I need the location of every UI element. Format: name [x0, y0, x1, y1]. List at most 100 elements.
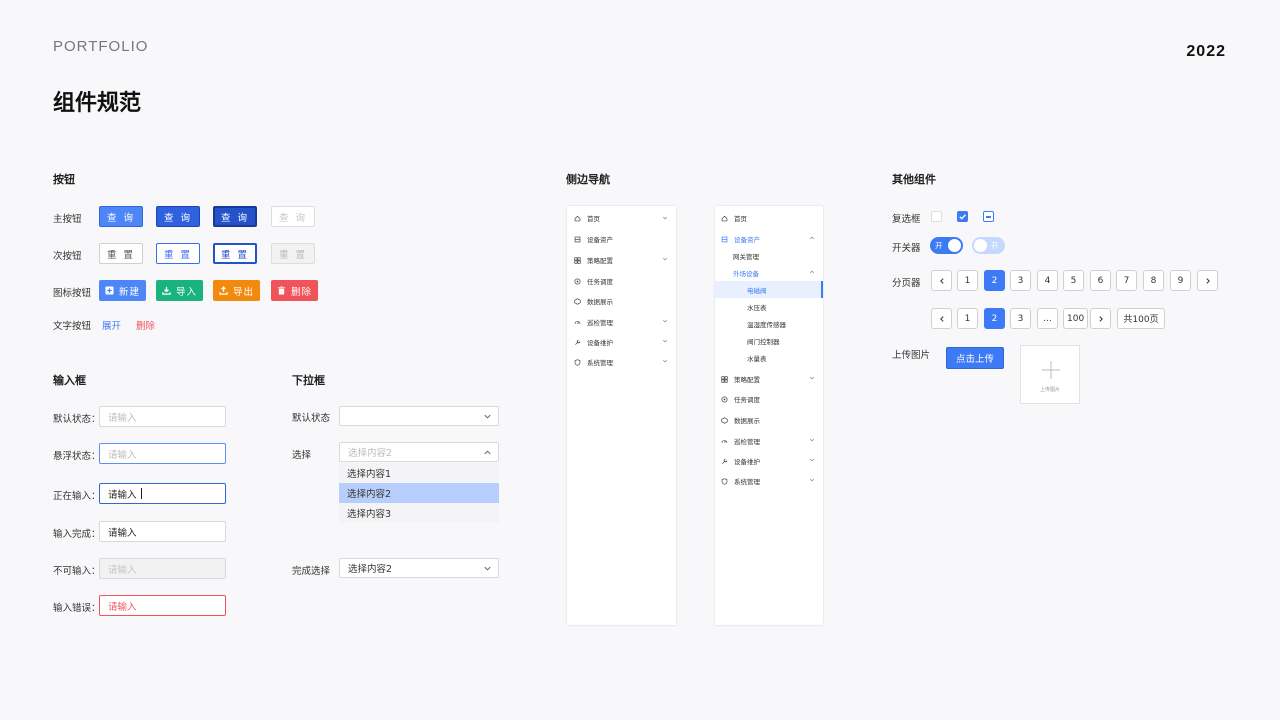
input-hover[interactable]: 请输入 [99, 443, 226, 464]
pager-page[interactable]: 8 [1143, 270, 1164, 291]
input-hover-label: 悬浮状态： [53, 451, 101, 462]
secondary-button-default[interactable]: 重 置 [99, 243, 143, 264]
input-default[interactable]: 请输入 [99, 406, 226, 427]
pager-page[interactable]: 9 [1170, 270, 1191, 291]
input-default-label: 默认状态： [53, 414, 101, 425]
checkbox-checked[interactable] [957, 211, 968, 222]
nav-item-inspect-label: 巡检管理 [734, 438, 760, 446]
sidenav-expanded: 首页 设备资产 网关管理 外场设备 电磁阀 水压表 温湿度传感器 阀门控制器 水… [715, 206, 823, 625]
chevron-down-icon [809, 458, 815, 462]
dropdown-option-2[interactable]: 选择内容2 [339, 483, 499, 503]
expand-text-button[interactable]: 展开 [102, 318, 121, 332]
pager-page-active[interactable]: 2 [984, 308, 1005, 329]
input-error[interactable]: 请输入 [99, 595, 226, 616]
secondary-button-hover[interactable]: 重 置 [156, 243, 200, 264]
data-icon [574, 297, 581, 305]
pager-page[interactable]: 4 [1037, 270, 1058, 291]
pager-page[interactable]: 1 [957, 270, 978, 291]
pager-page-last[interactable]: 100 [1063, 308, 1089, 329]
pager-page[interactable]: 3 [1010, 308, 1031, 329]
nav-item-inspect[interactable]: 巡检管理 [574, 317, 613, 327]
nav-item-device[interactable]: 设备资产 [721, 234, 760, 244]
switch-label: 开关器 [892, 243, 921, 254]
pager-page[interactable]: 7 [1116, 270, 1137, 291]
dropdown-default[interactable] [339, 406, 499, 426]
nav-item-data[interactable]: 数据展示 [574, 296, 613, 306]
primary-button-disabled: 查 询 [271, 206, 315, 227]
nav-item-system-label: 系统管理 [734, 478, 760, 486]
primary-button-active[interactable]: 查 询 [213, 206, 257, 227]
pager-label: 分页器 [892, 278, 921, 289]
checkbox-unchecked[interactable] [931, 211, 942, 222]
checkbox-indeterminate[interactable] [983, 211, 994, 222]
switch-off[interactable]: 开 [972, 237, 1005, 254]
chevron-down-icon [662, 319, 668, 323]
switch-on-text: 开 [935, 241, 943, 250]
dropdown-open[interactable]: 选择内容2 [339, 442, 499, 462]
nav-item-strategy[interactable]: 策略配置 [721, 374, 760, 384]
input-done[interactable]: 请输入 [99, 521, 226, 542]
home-icon [574, 215, 581, 221]
secondary-button-label: 次按钮 [53, 251, 82, 262]
pager-page[interactable]: 5 [1063, 270, 1084, 291]
switch-on[interactable]: 开 [930, 237, 963, 254]
nav-leaf-water-meter[interactable]: 水量表 [747, 353, 767, 363]
download-icon [162, 286, 171, 295]
indeterminate-mark [986, 216, 991, 218]
nav-item-maintain-label: 设备维护 [587, 339, 613, 347]
input-typing[interactable]: 请输入 [99, 483, 226, 504]
pager-prev[interactable] [931, 270, 952, 291]
new-button[interactable]: 新建 [99, 280, 146, 301]
dropdown-option-3[interactable]: 选择内容3 [339, 503, 499, 523]
pager-prev[interactable] [931, 308, 952, 329]
upload-box[interactable]: 上传图片 [1020, 345, 1080, 404]
switch-knob [948, 239, 961, 252]
nav-leaf-pressure[interactable]: 水压表 [747, 302, 767, 312]
primary-button-default[interactable]: 查 询 [99, 206, 143, 227]
nav-item-maintain[interactable]: 设备维护 [721, 456, 760, 466]
dropdown-done[interactable]: 选择内容2 [339, 558, 499, 578]
nav-item-inspect-label: 巡检管理 [587, 319, 613, 327]
pager-page[interactable]: 6 [1090, 270, 1111, 291]
nav-item-device[interactable]: 设备资产 [574, 234, 613, 244]
upload-box-text: 上传图片 [1039, 387, 1060, 393]
secondary-button-active[interactable]: 重 置 [213, 243, 257, 264]
pager-next[interactable] [1090, 308, 1111, 329]
chevron-down-icon [809, 438, 815, 442]
delete-text-button[interactable]: 删除 [136, 318, 155, 332]
nav-item-home-label: 首页 [734, 215, 747, 223]
nav-leaf-valve[interactable]: 阀门控制器 [747, 336, 780, 346]
dropdown-select-label: 选择 [292, 450, 312, 461]
upload-button[interactable]: 点击上传 [946, 347, 1004, 369]
pager-next[interactable] [1197, 270, 1218, 291]
nav-item-system[interactable]: 系统管理 [721, 476, 760, 486]
check-icon [959, 214, 966, 220]
dropdown-option-1[interactable]: 选择内容1 [339, 463, 499, 483]
nav-item-data[interactable]: 数据展示 [721, 415, 760, 425]
import-button[interactable]: 导入 [156, 280, 203, 301]
nav-item-maintain[interactable]: 设备维护 [574, 337, 613, 347]
export-button[interactable]: 导出 [213, 280, 260, 301]
inspect-icon [574, 320, 581, 324]
delete-button[interactable]: 删除 [271, 280, 318, 301]
nav-item-system[interactable]: 系统管理 [574, 357, 613, 367]
nav-item-task[interactable]: 任务调度 [574, 276, 613, 286]
chevron-down-icon [809, 478, 815, 482]
nav-item-home[interactable]: 首页 [574, 213, 600, 223]
input-typing-text: 请输入 [108, 489, 137, 501]
nav-item-home[interactable]: 首页 [721, 213, 747, 223]
chevron-up-icon [484, 450, 491, 455]
pager-page[interactable]: 1 [957, 308, 978, 329]
nav-subitem-field-device[interactable]: 外场设备 [733, 268, 759, 278]
nav-leaf-humidity[interactable]: 温湿度传感器 [747, 319, 786, 329]
nav-item-inspect[interactable]: 巡检管理 [721, 436, 760, 446]
chevron-down-icon [662, 359, 668, 363]
nav-active-indicator [821, 281, 823, 298]
nav-subitem-gateway[interactable]: 网关管理 [733, 251, 759, 261]
nav-item-strategy[interactable]: 策略配置 [574, 255, 613, 265]
primary-button-hover[interactable]: 查 询 [156, 206, 200, 227]
nav-leaf-solenoid[interactable]: 电磁阀 [747, 285, 767, 295]
pager-page[interactable]: 3 [1010, 270, 1031, 291]
nav-item-task[interactable]: 任务调度 [721, 394, 760, 404]
pager-page-active[interactable]: 2 [984, 270, 1005, 291]
